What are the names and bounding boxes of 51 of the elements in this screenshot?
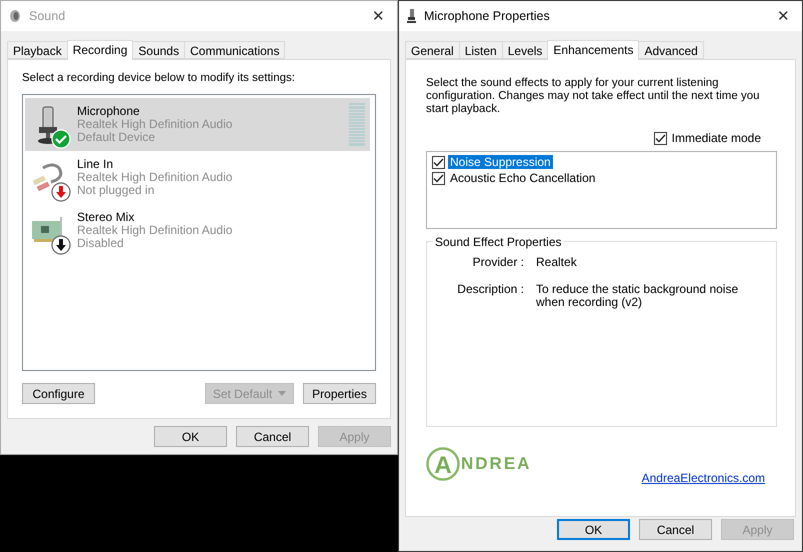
window-title: Microphone Properties (424, 9, 551, 23)
logo-text: NDREA (461, 454, 532, 474)
dialog-button[interactable]: Cancel (236, 426, 309, 447)
checkbox-label: Immediate mode (670, 131, 762, 145)
list-button[interactable]: Configure (22, 383, 95, 404)
device-row[interactable]: Line In Realtek High Definition Audio Not plugged in (25, 151, 370, 204)
dialog-button[interactable]: OK (557, 519, 630, 540)
window-title: Sound (29, 9, 66, 23)
website-link[interactable]: AndreaElectronics.com (642, 471, 765, 485)
tab[interactable]: Advanced (638, 41, 704, 59)
field-label: Provider : (472, 256, 524, 269)
effect-label[interactable]: Acoustic Echo Cancellation (448, 171, 598, 185)
tab[interactable]: Communications (184, 41, 286, 59)
dialog-button[interactable]: Cancel (639, 519, 712, 540)
speaker-icon (9, 9, 21, 23)
effect-checkbox[interactable] (432, 172, 445, 184)
audio-cable-icon (31, 162, 65, 194)
dialog-button[interactable]: OK (154, 426, 227, 447)
tab[interactable]: Recording (66, 40, 134, 60)
tab[interactable]: Levels (502, 41, 548, 59)
instruction-text: Select a recording device below to modify its settings: (21, 71, 296, 86)
group-title: Sound Effect Properties (433, 235, 564, 249)
instruction-text: Select the sound effects to apply for your current listening configuration. Changes may not take effect until the next time you start playback. (425, 76, 760, 116)
device-status: Disabled (77, 237, 124, 250)
device-status: Default Device (77, 131, 156, 144)
caret-icon (278, 391, 286, 396)
tab[interactable]: Listen (458, 41, 503, 59)
list-button[interactable]: Properties (303, 383, 376, 404)
device-name: Stereo Mix (77, 211, 136, 224)
microphone-icon (407, 9, 416, 23)
effect-checkbox[interactable] (432, 156, 445, 168)
field-value: To reduce the static background noise when recording (v2) (536, 283, 740, 309)
level-meter-icon (349, 104, 365, 146)
field-value: Realtek (536, 256, 578, 269)
tab[interactable]: Playback (7, 41, 68, 59)
tab[interactable]: General (405, 41, 460, 59)
tab[interactable]: Sounds (132, 41, 186, 59)
device-row[interactable]: Microphone Realtek High Definition Audio Default Device (25, 98, 370, 151)
logo-mark-icon: A (426, 447, 460, 481)
effect-label[interactable]: Noise Suppression (448, 155, 553, 169)
device-driver: Realtek High Definition Audio (77, 224, 234, 237)
close-button[interactable]: ✕ (368, 7, 389, 25)
device-status: Not plugged in (77, 184, 156, 197)
close-button[interactable]: ✕ (773, 7, 794, 25)
device-name: Line In (77, 158, 114, 171)
tab[interactable]: Enhancements (547, 40, 640, 60)
device-driver: Realtek High Definition Audio (77, 171, 234, 184)
device-name: Microphone (77, 105, 141, 118)
immediate-mode-checkbox[interactable] (654, 132, 667, 144)
device-driver: Realtek High Definition Audio (77, 118, 234, 131)
field-label: Description : (456, 283, 524, 298)
